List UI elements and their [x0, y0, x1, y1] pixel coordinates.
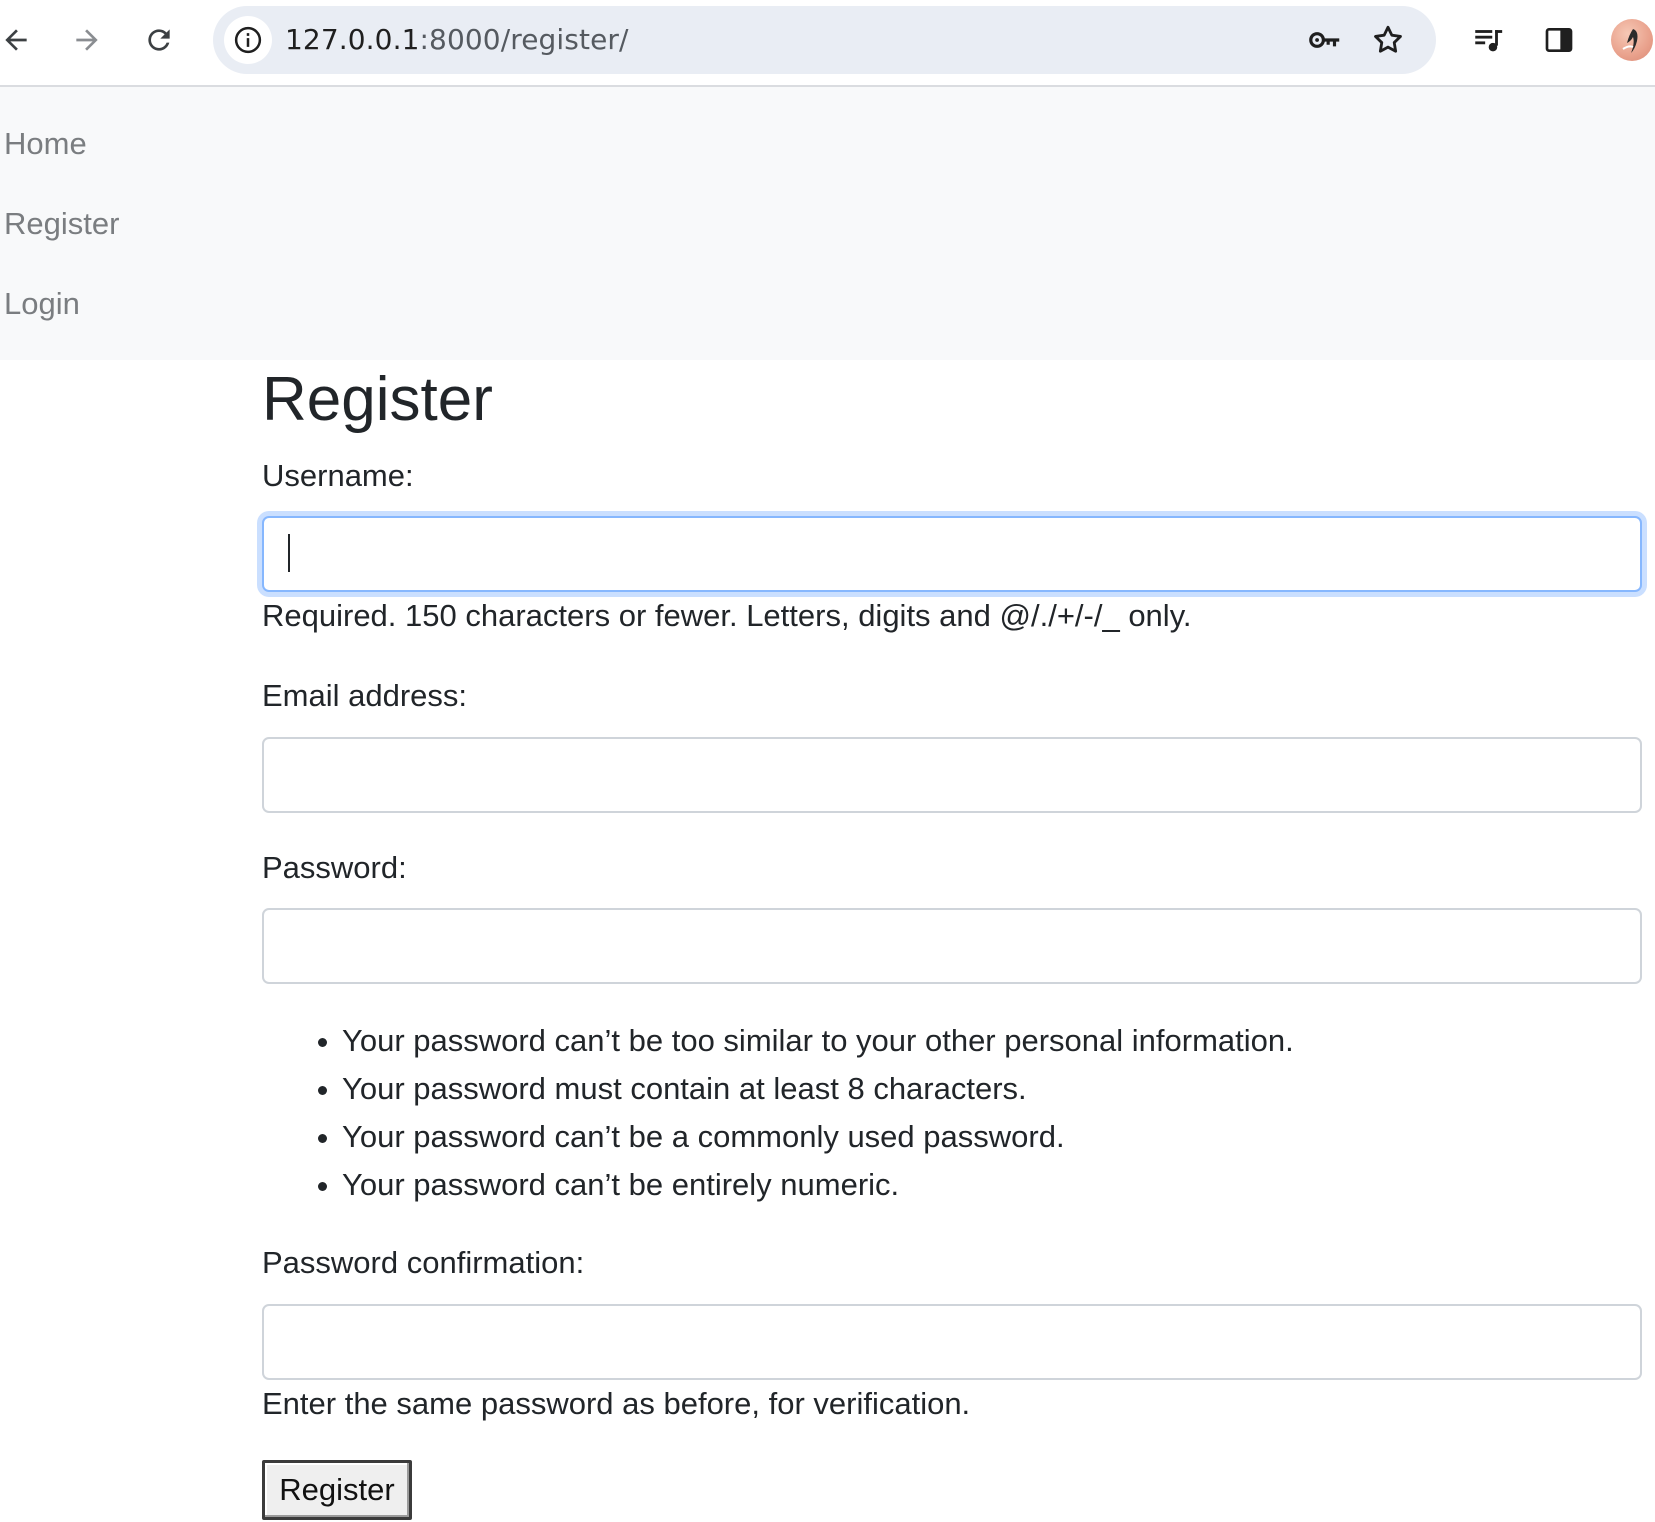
username-input[interactable] [262, 516, 1642, 592]
site-info-button[interactable] [224, 16, 272, 64]
password-confirmation-input[interactable] [262, 1304, 1642, 1380]
profile-avatar-image [1622, 29, 1638, 53]
browser-toolbar: 127.0.0.1:8000/register/ [0, 0, 1655, 87]
nav-home-link[interactable]: Home [4, 124, 87, 164]
url-text[interactable]: 127.0.0.1:8000/register/ [285, 6, 629, 74]
url-path: :8000/register/ [419, 23, 629, 56]
back-button[interactable] [0, 12, 44, 68]
forward-button[interactable] [59, 12, 115, 68]
password-label: Password: [262, 850, 407, 885]
star-icon [1374, 25, 1402, 53]
password-input[interactable] [262, 908, 1642, 984]
media-controls-button[interactable] [1460, 12, 1516, 68]
url-host: 127.0.0.1 [285, 23, 420, 56]
profile-avatar[interactable] [1611, 19, 1653, 61]
address-bar[interactable]: 127.0.0.1:8000/register/ [213, 6, 1436, 74]
nav-login-link[interactable]: Login [4, 284, 80, 324]
email-label: Email address: [262, 678, 468, 713]
page-title: Register [262, 365, 493, 434]
password-confirmation-label: Password confirmation: [262, 1245, 585, 1280]
password-rule: Your password can’t be entirely numeric. [318, 1161, 1294, 1209]
nav-register-link[interactable]: Register [4, 204, 119, 244]
side-panel-icon [1545, 28, 1573, 52]
site-navbar: Home Register Login [0, 87, 1655, 360]
register-submit-button[interactable]: Register [262, 1460, 412, 1520]
username-label: Username: [262, 458, 414, 493]
info-icon [234, 26, 262, 54]
password-rules-list: Your password can’t be too similar to yo… [318, 1017, 1294, 1209]
arrow-right-icon [76, 29, 98, 51]
reload-icon [148, 29, 170, 51]
password-manager-button[interactable] [1301, 16, 1349, 64]
key-icon [1309, 32, 1340, 48]
arrow-left-icon [5, 29, 27, 51]
text-caret [288, 534, 290, 572]
bookmark-button[interactable] [1364, 16, 1412, 64]
password-rule: Your password can’t be a commonly used p… [318, 1113, 1294, 1161]
password-rule: Your password can’t be too similar to yo… [318, 1017, 1294, 1065]
username-field-wrapper [262, 516, 1642, 592]
username-help-text: Required. 150 characters or fewer. Lette… [262, 598, 1192, 633]
reload-button[interactable] [131, 12, 187, 68]
side-panel-button[interactable] [1531, 12, 1587, 68]
password-confirmation-help-text: Enter the same password as before, for v… [262, 1386, 971, 1421]
email-input[interactable] [262, 737, 1642, 813]
password-rule: Your password must contain at least 8 ch… [318, 1065, 1294, 1113]
media-playlist-icon [1475, 30, 1503, 52]
